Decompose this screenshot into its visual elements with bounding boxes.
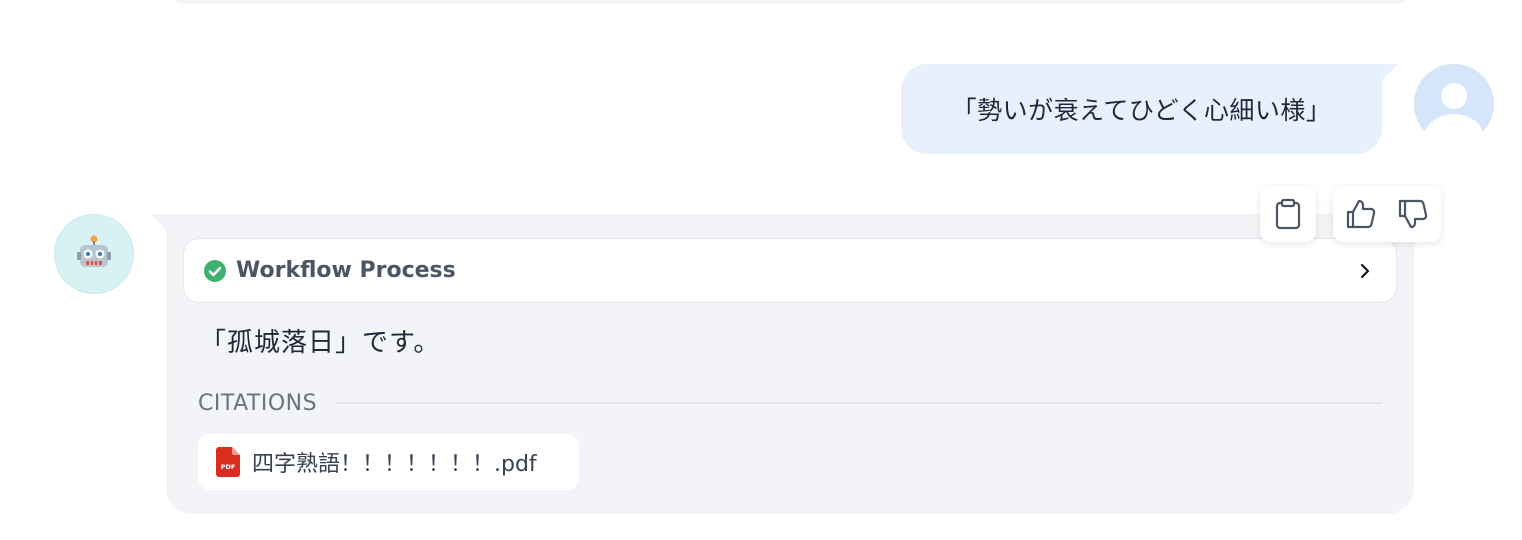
user-message-text: 「勢いが衰えてひどく心細い様」 [951,96,1332,125]
workflow-process-panel[interactable]: Workflow Process [183,238,1397,303]
workflow-process-label: Workflow Process [236,258,456,283]
thumbs-down-icon[interactable] [1397,198,1429,230]
thumbs-up-icon[interactable] [1345,198,1377,230]
previous-message-bubble [166,0,1414,4]
citations-header: CITATIONS [198,388,1382,418]
user-bubble-tail [1380,64,1398,82]
citations-label: CITATIONS [198,390,318,416]
feedback-buttons [1333,186,1441,242]
copy-button[interactable] [1260,186,1316,242]
pdf-file-icon: PDF [216,447,240,477]
robot-icon [54,214,134,294]
user-avatar-icon [1414,64,1494,144]
citation-item[interactable]: PDF 四字熟語！！！！！！！.pdf [198,434,579,490]
citations-divider [335,402,1382,404]
check-circle-icon [204,259,226,282]
user-message-bubble: 「勢いが衰えてひどく心細い様」 [901,64,1382,154]
svg-text:PDF: PDF [221,463,236,471]
bot-answer-text: 「孤城落日」です。 [200,328,441,358]
chat-stage: 「勢いが衰えてひどく心細い様」 Workflow Process 「孤城落日」で… [0,0,1522,540]
clipboard-icon[interactable] [1274,198,1302,230]
citation-file-name: 四字熟語！！！！！！！.pdf [252,452,537,477]
chevron-right-icon[interactable] [1358,261,1372,281]
